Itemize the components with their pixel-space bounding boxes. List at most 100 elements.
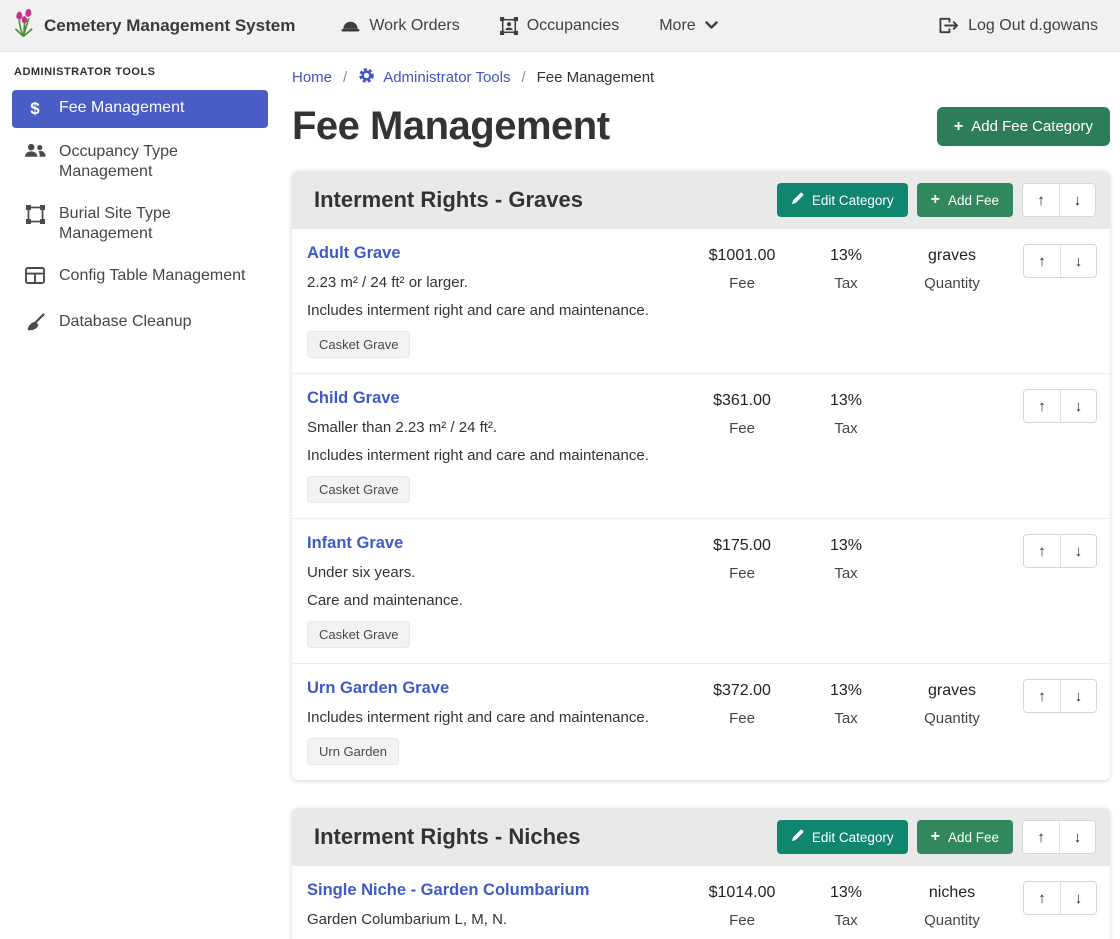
tax-label: Tax (801, 912, 891, 929)
fee-label: Fee (683, 420, 801, 437)
breadcrumb-current: Fee Management (537, 69, 655, 86)
breadcrumb-separator: / (521, 69, 525, 86)
fee-amount: $175.00 (683, 537, 801, 555)
nav-more[interactable]: More (659, 17, 717, 35)
fee-type-badge: Casket Grave (307, 621, 410, 648)
edit-category-label: Edit Category (812, 193, 894, 208)
add-fee-button[interactable]: + Add Fee (917, 183, 1013, 217)
fee-row-single-niche: Single Niche - Garden Columbarium Garden… (292, 866, 1110, 939)
sidebar-item-label: Burial Site Type Management (59, 204, 256, 244)
edit-category-button[interactable]: Edit Category (777, 183, 908, 217)
fee-category-card-niches: Interment Rights - Niches Edit Category … (292, 808, 1110, 939)
logout-link[interactable]: Log Out d.gowans (939, 17, 1098, 35)
breadcrumb-admin-tools-label: Administrator Tools (383, 69, 510, 86)
move-fee-down-button[interactable]: ↓ (1060, 390, 1096, 422)
quantity-label: Quantity (891, 912, 1013, 929)
edit-category-button[interactable]: Edit Category (777, 820, 908, 854)
fee-amount: $1001.00 (683, 247, 801, 265)
move-fee-down-button[interactable]: ↓ (1060, 245, 1096, 277)
fee-row-urn-garden-grave: Urn Garden Grave Includes interment righ… (292, 664, 1110, 780)
fee-amount-column: $175.00 Fee (683, 534, 801, 582)
fee-amount: $372.00 (683, 682, 801, 700)
sidebar-item-config-table[interactable]: Config Table Management (12, 258, 268, 298)
vector-square-icon (24, 204, 46, 230)
quantity-column: graves Quantity (891, 679, 1013, 727)
fee-name-link[interactable]: Infant Grave (307, 534, 403, 553)
plus-icon: + (931, 829, 940, 845)
table-icon (24, 266, 46, 290)
quantity-column (891, 389, 1013, 392)
fee-reorder-group: ↑ ↓ (1023, 244, 1097, 278)
fee-type-badge: Urn Garden (307, 738, 399, 765)
move-category-up-button[interactable]: ↑ (1023, 184, 1059, 216)
fee-name-link[interactable]: Single Niche - Garden Columbarium (307, 881, 589, 900)
sidebar-item-label: Fee Management (59, 98, 184, 118)
quantity-value: graves (891, 682, 1013, 700)
add-fee-button[interactable]: + Add Fee (917, 820, 1013, 854)
move-fee-up-button[interactable]: ↑ (1024, 390, 1060, 422)
dollar-icon: $ (24, 98, 46, 120)
edit-category-label: Edit Category (812, 830, 894, 845)
sign-out-icon (939, 17, 959, 34)
tax-column: 13% Tax (801, 389, 891, 437)
nav-work-orders[interactable]: Work Orders (341, 17, 459, 35)
move-fee-down-button[interactable]: ↓ (1060, 535, 1096, 567)
sidebar-item-label: Config Table Management (59, 266, 246, 286)
fee-label: Fee (683, 275, 801, 292)
move-fee-up-button[interactable]: ↑ (1024, 882, 1060, 914)
fee-row-infant-grave: Infant Grave Under six years. Care and m… (292, 519, 1110, 664)
tax-label: Tax (801, 275, 891, 292)
fee-amount-column: $361.00 Fee (683, 389, 801, 437)
logout-label: Log Out d.gowans (968, 17, 1098, 35)
move-fee-up-button[interactable]: ↑ (1024, 535, 1060, 567)
fee-name-link[interactable]: Adult Grave (307, 244, 401, 263)
add-fee-category-button[interactable]: + Add Fee Category (937, 107, 1110, 146)
move-category-down-button[interactable]: ↓ (1059, 184, 1095, 216)
fee-description: Care and maintenance. (307, 592, 675, 609)
sidebar-item-burial-site-type[interactable]: Burial Site Type Management (12, 196, 268, 252)
add-fee-category-label: Add Fee Category (971, 118, 1093, 135)
tax-value: 13% (801, 392, 891, 410)
sidebar-item-fee-management[interactable]: $ Fee Management (12, 90, 268, 128)
fee-type-badge: Casket Grave (307, 331, 410, 358)
tax-value: 13% (801, 682, 891, 700)
fee-label: Fee (683, 710, 801, 727)
sidebar-item-label: Occupancy Type Management (59, 142, 256, 182)
move-fee-down-button[interactable]: ↓ (1060, 882, 1096, 914)
tax-column: 13% Tax (801, 244, 891, 292)
top-navbar: Cemetery Management System Work Orders (0, 0, 1120, 52)
nav-occupancies[interactable]: Occupancies (500, 17, 620, 35)
tax-value: 13% (801, 247, 891, 265)
add-fee-label: Add Fee (948, 830, 999, 845)
fee-description: Includes interment right and care and ma… (307, 447, 675, 464)
pencil-icon (791, 192, 804, 208)
pencil-icon (791, 829, 804, 845)
app-brand[interactable]: Cemetery Management System (12, 8, 295, 43)
tax-value: 13% (801, 884, 891, 902)
breadcrumb-admin-tools-link[interactable]: Administrator Tools (358, 67, 510, 88)
nav-more-label: More (659, 17, 695, 35)
fee-reorder-group: ↑ ↓ (1023, 679, 1097, 713)
fee-name-link[interactable]: Urn Garden Grave (307, 679, 449, 698)
sidebar-item-occupancy-type[interactable]: Occupancy Type Management (12, 134, 268, 190)
admin-sidebar: ADMINISTRATOR TOOLS $ Fee Management Occ… (0, 52, 280, 939)
move-fee-up-button[interactable]: ↑ (1024, 680, 1060, 712)
category-title: Interment Rights - Niches (314, 824, 768, 850)
fee-description: Includes interment right and care and ma… (307, 302, 675, 319)
nav-work-orders-label: Work Orders (369, 17, 459, 35)
app-title: Cemetery Management System (44, 16, 295, 36)
move-fee-down-button[interactable]: ↓ (1060, 680, 1096, 712)
sidebar-item-database-cleanup[interactable]: Database Cleanup (12, 304, 268, 346)
tax-column: 13% Tax (801, 881, 891, 929)
move-category-down-button[interactable]: ↓ (1059, 821, 1095, 853)
fee-name-link[interactable]: Child Grave (307, 389, 400, 408)
move-category-up-button[interactable]: ↑ (1023, 821, 1059, 853)
breadcrumb-home-link[interactable]: Home (292, 69, 332, 86)
move-fee-up-button[interactable]: ↑ (1024, 245, 1060, 277)
fee-amount: $1014.00 (683, 884, 801, 902)
plus-icon: + (931, 192, 940, 208)
tax-label: Tax (801, 565, 891, 582)
category-reorder-group: ↑ ↓ (1022, 183, 1096, 217)
sidebar-heading: ADMINISTRATOR TOOLS (12, 64, 268, 90)
chevron-down-icon (705, 21, 718, 30)
